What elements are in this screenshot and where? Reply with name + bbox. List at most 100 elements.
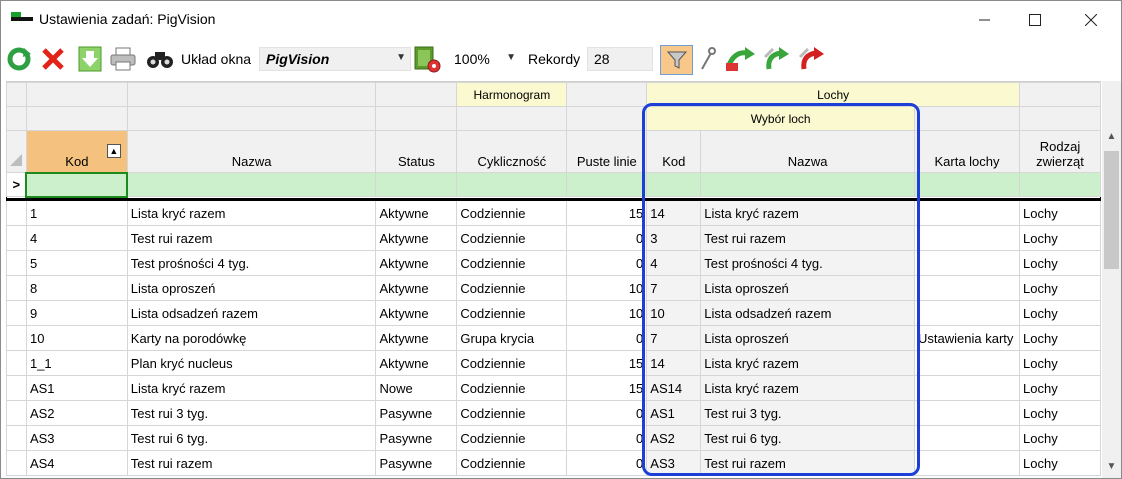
cell-cyklicznosc[interactable]: Codziennie — [456, 450, 568, 476]
cell-kod[interactable]: 8 — [25, 275, 128, 301]
table-row[interactable]: 4 Test rui razem Aktywne Codziennie 0 3 Test r… — [6, 225, 1101, 251]
row-header[interactable] — [6, 300, 27, 326]
cell-karta-lochy[interactable] — [914, 275, 1020, 301]
cell-rodzaj-zwierzat[interactable]: Lochy — [1019, 400, 1101, 426]
row-header[interactable] — [6, 200, 27, 226]
layout-settings-button[interactable] — [412, 45, 442, 73]
cell-loch-nazwa[interactable]: Lista oproszeń — [700, 325, 916, 351]
table-row[interactable]: AS3 Test rui 6 tyg. Pasywne Codziennie 0 AS2 T… — [6, 425, 1101, 451]
cell-kod[interactable]: AS3 — [25, 425, 128, 451]
cell-status[interactable]: Aktywne — [375, 300, 458, 326]
filter-cell[interactable] — [566, 172, 648, 197]
cell-status[interactable]: Aktywne — [375, 250, 458, 276]
cell-kod[interactable]: 5 — [25, 250, 128, 276]
cell-cyklicznosc[interactable]: Codziennie — [456, 375, 568, 401]
cell-nazwa[interactable]: Test rui razem — [126, 225, 377, 251]
scroll-thumb[interactable] — [1104, 151, 1119, 269]
cell-loch-nazwa[interactable]: Test rui razem — [700, 225, 916, 251]
filter-cell[interactable] — [126, 172, 377, 197]
filter-cell[interactable] — [646, 172, 702, 197]
cell-loch-nazwa[interactable]: Lista odsadzeń razem — [700, 300, 916, 326]
cell-rodzaj-zwierzat[interactable]: Lochy — [1019, 425, 1101, 451]
row-header[interactable] — [6, 425, 27, 451]
filter-cell[interactable] — [700, 172, 916, 197]
filter-button[interactable] — [660, 45, 693, 75]
cell-status[interactable]: Nowe — [375, 375, 458, 401]
scroll-down-icon[interactable]: ▼ — [1102, 461, 1121, 477]
cell-rodzaj-zwierzat[interactable]: Lochy — [1019, 375, 1101, 401]
zoom-select[interactable]: 100% ▼ — [447, 47, 521, 71]
row-header[interactable] — [6, 325, 27, 351]
cell-karta-lochy[interactable] — [914, 375, 1020, 401]
cell-puste-linie[interactable]: 0 — [566, 250, 648, 276]
cell-puste-linie[interactable]: 0 — [566, 325, 648, 351]
cell-kod[interactable]: 1_1 — [25, 350, 128, 376]
cell-rodzaj-zwierzat[interactable]: Lochy — [1019, 225, 1101, 251]
column-header-puste-linie[interactable]: Puste linie — [566, 130, 648, 173]
row-header[interactable] — [6, 275, 27, 301]
cell-loch-kod[interactable]: 3 — [646, 225, 702, 251]
cell-karta-lochy[interactable] — [914, 450, 1020, 476]
cell-loch-kod[interactable]: 14 — [646, 200, 702, 226]
column-header-loch-kod[interactable]: Kod — [646, 130, 702, 173]
cell-loch-nazwa[interactable]: Test rui 6 tyg. — [700, 425, 916, 451]
layout-select[interactable]: PigVision ▼ — [259, 47, 411, 71]
move-left-button[interactable] — [761, 45, 791, 73]
cell-loch-nazwa[interactable]: Test rui 3 tyg. — [700, 400, 916, 426]
cell-loch-kod[interactable]: 7 — [646, 275, 702, 301]
cell-puste-linie[interactable]: 15 — [566, 350, 648, 376]
cell-loch-kod[interactable]: AS1 — [646, 400, 702, 426]
table-row[interactable]: 5 Test prośności 4 tyg. Aktywne Codziennie 0… — [6, 250, 1101, 276]
cell-loch-nazwa[interactable]: Test rui razem — [700, 450, 916, 476]
cell-rodzaj-zwierzat[interactable]: Lochy — [1019, 250, 1101, 276]
cell-loch-kod[interactable]: 4 — [646, 250, 702, 276]
table-row[interactable]: 1_1 Plan kryć nucleus Aktywne Codziennie 15 1… — [6, 350, 1101, 376]
cell-cyklicznosc[interactable]: Codziennie — [456, 425, 568, 451]
cell-nazwa[interactable]: Lista oproszeń — [126, 275, 377, 301]
cell-puste-linie[interactable]: 0 — [566, 225, 648, 251]
close-button[interactable] — [1065, 1, 1117, 39]
cell-kod[interactable]: 1 — [25, 200, 128, 226]
cell-nazwa[interactable]: Test rui 6 tyg. — [126, 425, 377, 451]
wrench-button[interactable] — [697, 45, 719, 73]
cell-loch-kod[interactable]: 14 — [646, 350, 702, 376]
cell-cyklicznosc[interactable]: Codziennie — [456, 300, 568, 326]
cell-karta-lochy[interactable] — [914, 200, 1020, 226]
cell-cyklicznosc[interactable]: Codziennie — [456, 400, 568, 426]
row-header[interactable] — [6, 400, 27, 426]
scroll-up-icon[interactable]: ▲ — [1102, 131, 1121, 147]
maximize-button[interactable] — [1009, 1, 1061, 39]
move-right-button[interactable] — [725, 45, 757, 73]
cell-loch-kod[interactable]: 10 — [646, 300, 702, 326]
table-row[interactable]: 8 Lista oproszeń Aktywne Codziennie 10 7 Lista… — [6, 275, 1101, 301]
row-header[interactable] — [6, 225, 27, 251]
table-row[interactable]: 9 Lista odsadzeń razem Aktywne Codziennie 10… — [6, 300, 1101, 326]
filter-cell[interactable] — [375, 172, 458, 197]
column-header-karta-lochy[interactable]: Karta lochy — [914, 130, 1020, 173]
cell-cyklicznosc[interactable]: Codziennie — [456, 250, 568, 276]
cell-rodzaj-zwierzat[interactable]: Lochy — [1019, 450, 1101, 476]
cell-nazwa[interactable]: Karty na porodówkę — [126, 325, 377, 351]
cell-status[interactable]: Pasywne — [375, 450, 458, 476]
filter-cell[interactable] — [914, 172, 1020, 197]
cell-kod[interactable]: 9 — [25, 300, 128, 326]
table-row[interactable]: AS2 Test rui 3 tyg. Pasywne Codziennie 0 AS1 T… — [6, 400, 1101, 426]
vertical-scrollbar[interactable]: ▲ ▼ — [1102, 81, 1121, 478]
cell-rodzaj-zwierzat[interactable]: Lochy — [1019, 350, 1101, 376]
cell-karta-lochy[interactable] — [914, 400, 1020, 426]
row-header[interactable] — [6, 375, 27, 401]
cell-nazwa[interactable]: Plan kryć nucleus — [126, 350, 377, 376]
cell-puste-linie[interactable]: 15 — [566, 200, 648, 226]
cell-cyklicznosc[interactable]: Codziennie — [456, 200, 568, 226]
cell-karta-lochy[interactable] — [914, 225, 1020, 251]
cell-loch-kod[interactable]: AS3 — [646, 450, 702, 476]
column-header-kod[interactable]: Kod ▲ — [25, 130, 128, 173]
cell-status[interactable]: Pasywne — [375, 425, 458, 451]
cell-nazwa[interactable]: Lista kryć razem — [126, 200, 377, 226]
cell-loch-nazwa[interactable]: Test prośności 4 tyg. — [700, 250, 916, 276]
cell-kod[interactable]: AS4 — [25, 450, 128, 476]
cell-nazwa[interactable]: Lista kryć razem — [126, 375, 377, 401]
cell-loch-nazwa[interactable]: Lista oproszeń — [700, 275, 916, 301]
cell-cyklicznosc[interactable]: Codziennie — [456, 225, 568, 251]
export-button[interactable] — [77, 45, 103, 73]
